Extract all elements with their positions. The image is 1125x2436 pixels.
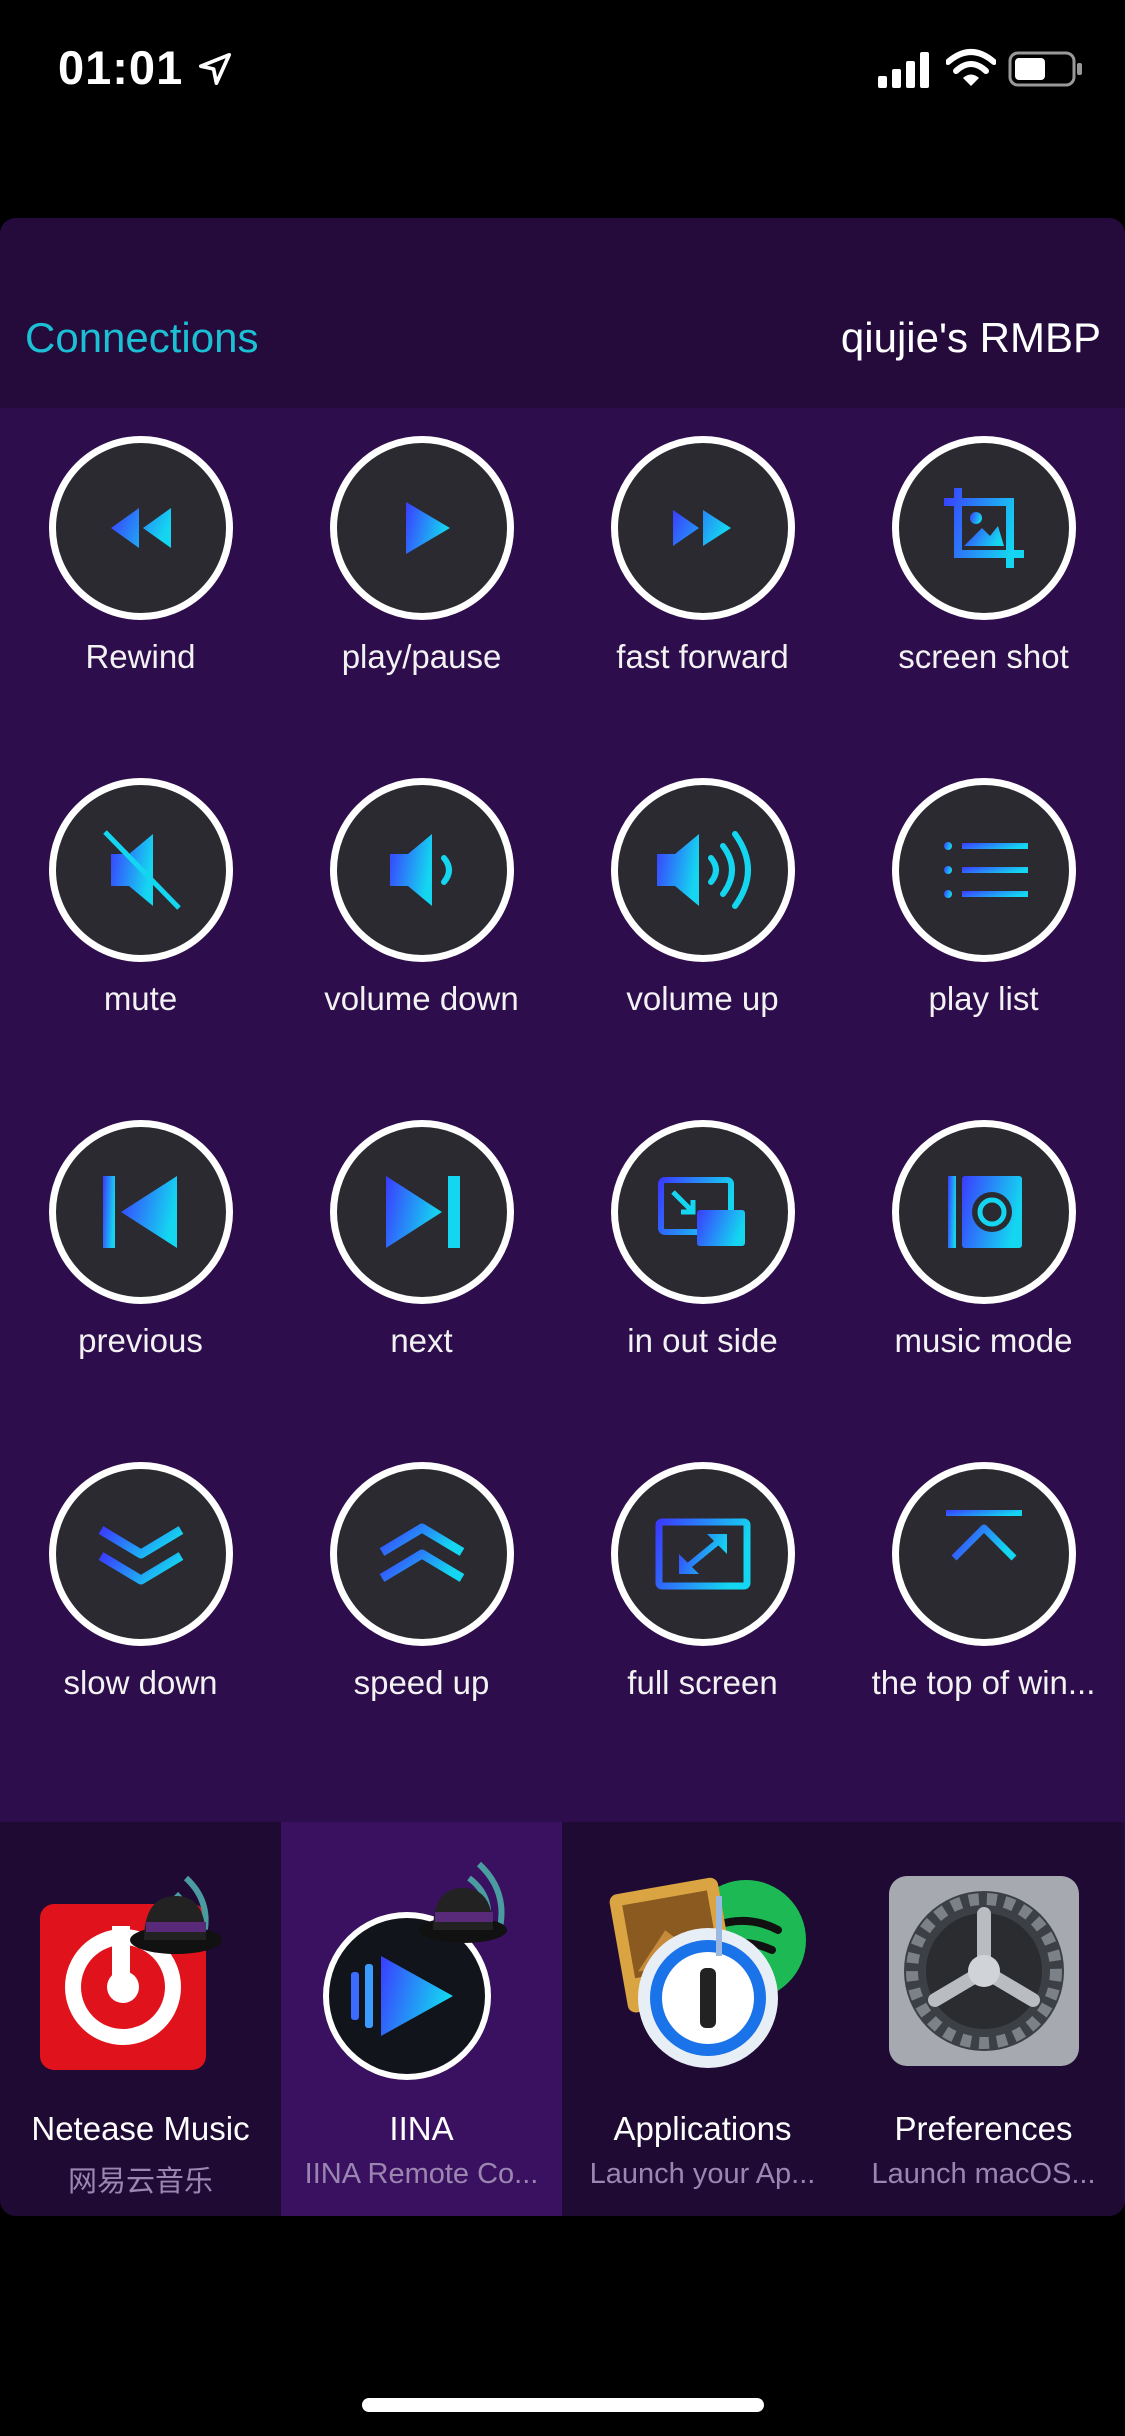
top-of-window-button[interactable]: the top of win... bbox=[843, 1434, 1124, 1776]
chevrons-up-icon bbox=[329, 1462, 514, 1646]
netease-music-icon bbox=[39, 1875, 222, 2070]
control-label: speed up bbox=[353, 1664, 490, 1701]
fast-forward-icon bbox=[610, 436, 795, 620]
wifi-icon bbox=[946, 49, 996, 86]
app-subtitle: 网易云音乐 bbox=[67, 2166, 213, 2198]
play-icon bbox=[329, 436, 514, 620]
volume-up-icon bbox=[610, 778, 795, 962]
control-label: screen shot bbox=[898, 638, 1069, 675]
device-name: qiujie's RMBP bbox=[840, 314, 1101, 361]
play-pause-button[interactable]: play/pause bbox=[281, 408, 562, 750]
remote-panel: Connections qiujie's RMBP Rewind play/pa… bbox=[0, 218, 1125, 2216]
app-netease-music[interactable]: Netease Music 网易云音乐 bbox=[0, 1822, 281, 2216]
slow-down-button[interactable]: slow down bbox=[0, 1434, 281, 1776]
arrow-to-top-icon bbox=[891, 1462, 1076, 1646]
music-mode-icon bbox=[891, 1120, 1076, 1304]
next-button[interactable]: next bbox=[281, 1092, 562, 1434]
control-label: music mode bbox=[894, 1322, 1073, 1359]
app-title: Preferences bbox=[894, 2110, 1073, 2147]
control-label: previous bbox=[78, 1322, 203, 1359]
volume-up-button[interactable]: volume up bbox=[562, 750, 843, 1092]
app-iina[interactable]: IINA IINA Remote Co... bbox=[281, 1822, 562, 2216]
screenshot-icon bbox=[891, 436, 1076, 620]
home-indicator[interactable] bbox=[362, 2398, 764, 2412]
control-label: play/pause bbox=[341, 638, 502, 675]
volume-down-button[interactable]: volume down bbox=[281, 750, 562, 1092]
next-icon bbox=[329, 1120, 514, 1304]
app-subtitle: Launch macOS... bbox=[871, 2158, 1096, 2190]
in-out-side-button[interactable]: in out side bbox=[562, 1092, 843, 1434]
connections-button[interactable]: Connections bbox=[25, 314, 258, 362]
app-applications[interactable]: Applications Launch your Ap... bbox=[562, 1822, 843, 2216]
control-label: volume up bbox=[626, 980, 779, 1017]
applications-icon bbox=[609, 1877, 806, 2068]
app-subtitle: IINA Remote Co... bbox=[304, 2158, 539, 2190]
iina-icon bbox=[322, 1861, 507, 2080]
control-label: Rewind bbox=[85, 638, 196, 675]
control-label: mute bbox=[103, 980, 178, 1017]
preferences-gear-icon bbox=[888, 1876, 1079, 2066]
previous-button[interactable]: previous bbox=[0, 1092, 281, 1434]
previous-icon bbox=[48, 1120, 233, 1304]
volume-down-icon bbox=[329, 778, 514, 962]
app-title: Netease Music bbox=[31, 2110, 250, 2147]
status-bar: 01:01 bbox=[0, 0, 1125, 140]
playlist-button[interactable]: play list bbox=[843, 750, 1124, 1092]
rewind-icon bbox=[48, 436, 233, 620]
full-screen-button[interactable]: full screen bbox=[562, 1434, 843, 1776]
playlist-icon bbox=[891, 778, 1076, 962]
mute-button[interactable]: mute bbox=[0, 750, 281, 1092]
control-label: next bbox=[390, 1322, 453, 1359]
picture-in-picture-icon bbox=[610, 1120, 795, 1304]
app-title: IINA bbox=[389, 2110, 454, 2147]
control-label: play list bbox=[928, 980, 1039, 1017]
control-label: the top of win... bbox=[871, 1664, 1096, 1701]
music-mode-button[interactable]: music mode bbox=[843, 1092, 1124, 1434]
control-label: fast forward bbox=[616, 638, 789, 675]
location-arrow-icon bbox=[198, 52, 232, 86]
app-title: Applications bbox=[613, 2110, 792, 2147]
fast-forward-button[interactable]: fast forward bbox=[562, 408, 843, 750]
app-subtitle: Launch your Ap... bbox=[589, 2158, 816, 2190]
rewind-button[interactable]: Rewind bbox=[0, 408, 281, 750]
control-label: slow down bbox=[63, 1664, 218, 1701]
control-label: in out side bbox=[627, 1322, 778, 1359]
status-time: 01:01 bbox=[58, 41, 184, 94]
app-dock: Netease Music 网易云音乐 IINA IINA Remote Co.… bbox=[0, 1822, 1125, 2216]
screenshot-button[interactable]: screen shot bbox=[843, 408, 1124, 750]
cellular-signal-icon bbox=[878, 52, 929, 88]
control-grid: Rewind play/pause fast forward screen sh… bbox=[0, 408, 1125, 1808]
control-label: volume down bbox=[324, 980, 519, 1017]
fullscreen-icon bbox=[610, 1462, 795, 1646]
nav-header: Connections qiujie's RMBP bbox=[0, 218, 1125, 408]
chevrons-down-icon bbox=[48, 1462, 233, 1646]
battery-icon bbox=[1008, 51, 1082, 87]
mute-icon bbox=[48, 778, 233, 962]
control-label: full screen bbox=[627, 1664, 778, 1701]
speed-up-button[interactable]: speed up bbox=[281, 1434, 562, 1776]
app-preferences[interactable]: Preferences Launch macOS... bbox=[843, 1822, 1124, 2216]
